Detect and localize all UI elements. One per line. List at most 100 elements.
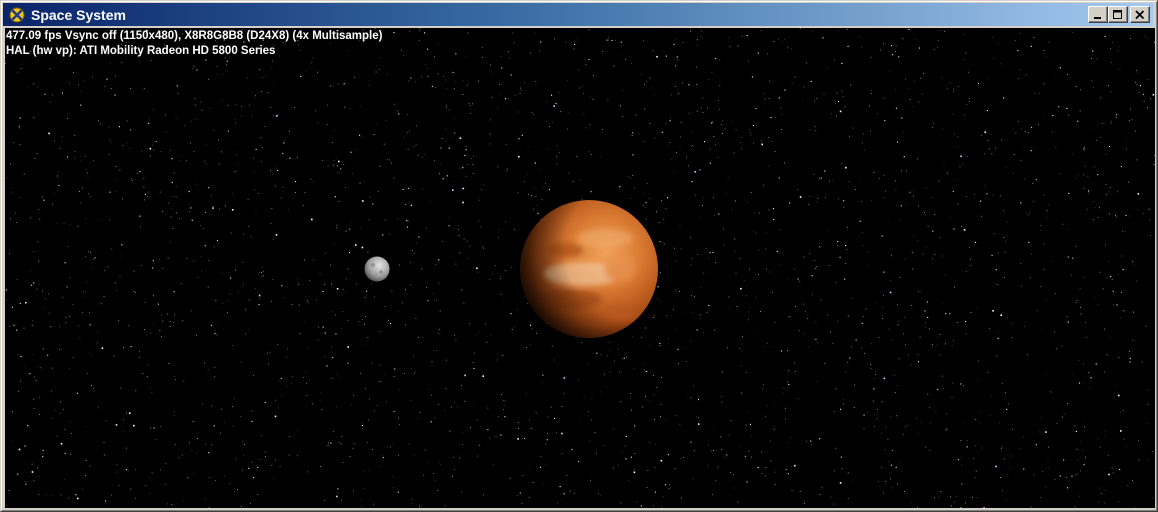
- star: [1143, 93, 1145, 95]
- star: [645, 327, 647, 329]
- star: [870, 200, 872, 201]
- star: [160, 151, 162, 152]
- star: [917, 506, 919, 508]
- star: [273, 84, 274, 86]
- star: [1040, 497, 1041, 498]
- star: [282, 190, 284, 192]
- star: [865, 308, 867, 310]
- star: [341, 499, 342, 501]
- star: [1005, 240, 1006, 242]
- star: [1133, 481, 1134, 483]
- star: [808, 346, 810, 348]
- star: [1099, 487, 1100, 489]
- star: [1108, 260, 1109, 262]
- star: [1020, 159, 1022, 161]
- star: [487, 429, 489, 431]
- star: [540, 456, 542, 457]
- star: [927, 316, 929, 318]
- star: [1133, 264, 1135, 266]
- star: [644, 369, 645, 371]
- maximize-button[interactable]: [1108, 6, 1128, 23]
- star: [123, 244, 125, 245]
- star: [338, 160, 340, 163]
- star: [462, 167, 464, 169]
- star: [1028, 132, 1029, 133]
- star: [1096, 364, 1098, 366]
- close-button[interactable]: [1130, 6, 1150, 23]
- star: [213, 425, 215, 427]
- star: [364, 323, 365, 325]
- star: [1072, 373, 1074, 375]
- star: [675, 65, 676, 67]
- star: [917, 240, 919, 241]
- star: [810, 444, 812, 446]
- star: [914, 39, 916, 41]
- star: [306, 406, 308, 407]
- star: [116, 464, 118, 466]
- star: [1086, 208, 1088, 210]
- star: [361, 246, 364, 249]
- star: [838, 198, 839, 200]
- star: [528, 194, 529, 196]
- star: [59, 326, 60, 328]
- star: [478, 199, 480, 201]
- star: [1040, 229, 1042, 231]
- star: [39, 218, 41, 220]
- star: [119, 276, 121, 277]
- star: [1023, 178, 1025, 180]
- title-bar[interactable]: Space System: [3, 3, 1153, 26]
- star: [755, 296, 757, 298]
- star: [424, 32, 426, 34]
- star: [497, 106, 499, 108]
- star: [1111, 122, 1113, 124]
- star: [36, 288, 38, 290]
- star: [680, 248, 682, 250]
- star: [165, 484, 167, 485]
- star: [888, 328, 890, 330]
- star: [1088, 190, 1090, 192]
- star: [957, 86, 959, 88]
- star: [1062, 416, 1063, 418]
- star: [583, 93, 584, 94]
- star: [527, 146, 529, 147]
- star: [794, 371, 796, 372]
- star: [1106, 277, 1108, 279]
- star: [1066, 316, 1068, 318]
- star: [332, 357, 334, 359]
- star: [851, 346, 852, 348]
- app-icon[interactable]: [9, 7, 25, 23]
- star: [500, 55, 502, 57]
- star: [245, 308, 247, 310]
- star: [173, 322, 174, 323]
- star: [224, 475, 226, 477]
- star: [50, 495, 52, 496]
- star: [819, 247, 821, 248]
- star: [784, 407, 786, 409]
- star: [200, 101, 202, 103]
- star: [815, 268, 816, 269]
- minimize-button[interactable]: [1088, 6, 1108, 23]
- star: [735, 272, 737, 274]
- star: [311, 218, 313, 221]
- star: [237, 489, 238, 490]
- render-viewport[interactable]: 477.09 fps Vsync off (1150x480), X8R8G8B…: [5, 28, 1155, 508]
- star: [700, 318, 702, 319]
- star: [248, 328, 250, 330]
- star: [1000, 477, 1001, 478]
- star: [867, 412, 869, 414]
- star: [895, 189, 897, 191]
- star: [389, 233, 391, 235]
- star: [240, 361, 242, 363]
- star: [255, 209, 257, 211]
- star: [436, 350, 438, 351]
- star: [489, 133, 491, 135]
- star: [665, 122, 667, 124]
- star: [875, 302, 877, 304]
- star: [652, 375, 654, 376]
- star: [686, 361, 687, 362]
- star: [765, 475, 766, 477]
- star: [1080, 89, 1081, 91]
- star: [80, 91, 82, 92]
- star: [604, 374, 606, 376]
- star: [376, 65, 377, 66]
